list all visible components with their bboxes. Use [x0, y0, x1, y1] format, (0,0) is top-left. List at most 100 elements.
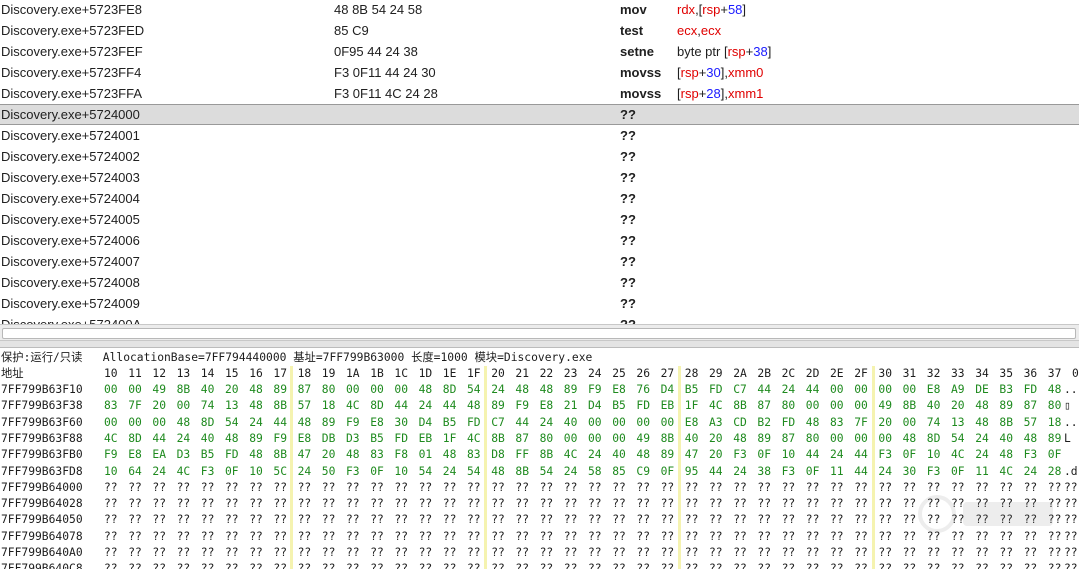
- hex-byte[interactable]: 49: [878, 398, 892, 414]
- hex-byte[interactable]: D4: [419, 415, 433, 431]
- hex-byte[interactable]: F3: [733, 447, 747, 463]
- hex-byte[interactable]: ??: [1048, 561, 1062, 569]
- hex-byte[interactable]: ??: [370, 512, 384, 528]
- hex-byte[interactable]: ??: [491, 561, 505, 569]
- hex-byte[interactable]: F9: [273, 431, 287, 447]
- disasm-row[interactable]: Discovery.exe+5723FEF 0F95 44 24 38 setne b…: [0, 41, 1079, 62]
- hex-byte[interactable]: 48: [419, 382, 433, 398]
- hex-byte[interactable]: ??: [830, 561, 844, 569]
- hex-byte[interactable]: 44: [152, 431, 166, 447]
- hex-byte[interactable]: 01: [419, 447, 433, 463]
- hex-byte[interactable]: 00: [177, 398, 191, 414]
- hex-byte[interactable]: D4: [588, 398, 602, 414]
- hex-byte[interactable]: ??: [152, 512, 166, 528]
- hex-byte[interactable]: ??: [152, 545, 166, 561]
- hex-byte[interactable]: 80: [782, 398, 796, 414]
- scrollbar-thumb[interactable]: [2, 328, 1076, 339]
- hex-byte[interactable]: F9: [515, 398, 529, 414]
- hex-byte[interactable]: B5: [443, 415, 457, 431]
- hex-byte[interactable]: B5: [612, 398, 626, 414]
- hex-byte[interactable]: 00: [854, 398, 868, 414]
- hex-byte[interactable]: 44: [709, 464, 723, 480]
- hex-byte[interactable]: ??: [927, 480, 941, 496]
- hex-byte[interactable]: 44: [806, 447, 820, 463]
- hex-byte[interactable]: ??: [104, 545, 118, 561]
- hex-byte[interactable]: ??: [588, 512, 602, 528]
- hex-byte[interactable]: ??: [636, 529, 650, 545]
- hex-byte[interactable]: 24: [733, 464, 747, 480]
- hex-byte[interactable]: ??: [225, 529, 239, 545]
- disasm-row[interactable]: Discovery.exe+5724004??: [0, 188, 1079, 209]
- hex-byte[interactable]: ??: [104, 561, 118, 569]
- hex-byte[interactable]: ??: [975, 561, 989, 569]
- hex-byte[interactable]: ??: [903, 496, 917, 512]
- hex-byte[interactable]: ??: [709, 561, 723, 569]
- hex-byte[interactable]: 24: [1024, 464, 1038, 480]
- hex-byte[interactable]: ??: [201, 529, 215, 545]
- hex-byte[interactable]: ??: [709, 480, 723, 496]
- hex-byte[interactable]: 48: [806, 415, 820, 431]
- hex-byte[interactable]: F3: [927, 464, 941, 480]
- hex-byte[interactable]: ??: [612, 561, 626, 569]
- hex-byte[interactable]: ??: [346, 545, 360, 561]
- hex-byte[interactable]: E8: [298, 431, 312, 447]
- hex-byte[interactable]: FF: [515, 447, 529, 463]
- hex-byte[interactable]: 00: [104, 415, 118, 431]
- hex-byte[interactable]: 00: [854, 382, 868, 398]
- hex-byte[interactable]: ??: [564, 529, 578, 545]
- hex-byte[interactable]: ??: [661, 529, 675, 545]
- hex-byte[interactable]: ??: [152, 529, 166, 545]
- hex-byte[interactable]: ??: [298, 496, 312, 512]
- hex-byte[interactable]: 24: [249, 415, 263, 431]
- hex-byte[interactable]: ??: [612, 529, 626, 545]
- hex-byte[interactable]: 24: [491, 382, 505, 398]
- hex-byte[interactable]: ??: [152, 496, 166, 512]
- disassembler-view[interactable]: Discovery.exe+5723FE8 48 8B 54 24 58 mov rd…: [0, 0, 1079, 325]
- hex-byte[interactable]: 48: [491, 464, 505, 480]
- hex-byte[interactable]: 40: [927, 398, 941, 414]
- disasm-row[interactable]: Discovery.exe+5724003??: [0, 167, 1079, 188]
- disasm-row[interactable]: Discovery.exe+5724002??: [0, 146, 1079, 167]
- hex-byte[interactable]: ??: [685, 561, 699, 569]
- hex-byte[interactable]: ??: [806, 480, 820, 496]
- hex-byte[interactable]: 54: [419, 464, 433, 480]
- hex-byte[interactable]: 80: [1048, 398, 1062, 414]
- hex-byte[interactable]: 89: [273, 382, 287, 398]
- hex-byte[interactable]: ??: [177, 545, 191, 561]
- hex-byte[interactable]: ??: [1024, 496, 1038, 512]
- hex-byte[interactable]: ??: [757, 561, 771, 569]
- hex-byte[interactable]: 0F: [757, 447, 771, 463]
- hex-byte[interactable]: 10: [927, 447, 941, 463]
- hex-byte[interactable]: ??: [830, 480, 844, 496]
- hex-byte[interactable]: 48: [999, 447, 1013, 463]
- hex-byte[interactable]: ??: [1024, 512, 1038, 528]
- hex-byte[interactable]: 4C: [564, 447, 578, 463]
- hex-byte[interactable]: ??: [661, 545, 675, 561]
- hex-byte[interactable]: 30: [394, 415, 408, 431]
- hex-byte[interactable]: 83: [830, 415, 844, 431]
- disassembler-horizontal-scrollbar[interactable]: [0, 324, 1079, 341]
- hex-byte[interactable]: 1F: [443, 431, 457, 447]
- hex-byte[interactable]: 4C: [346, 398, 360, 414]
- hex-byte[interactable]: 18: [322, 398, 336, 414]
- hex-byte[interactable]: ??: [225, 496, 239, 512]
- hex-byte[interactable]: ??: [588, 561, 602, 569]
- hex-byte[interactable]: ??: [878, 561, 892, 569]
- hex-byte[interactable]: 00: [878, 382, 892, 398]
- hex-byte[interactable]: 54: [467, 382, 481, 398]
- hex-byte[interactable]: ??: [273, 545, 287, 561]
- hex-byte[interactable]: ??: [661, 512, 675, 528]
- hex-byte[interactable]: ??: [225, 480, 239, 496]
- hex-byte[interactable]: ??: [878, 480, 892, 496]
- hex-byte[interactable]: ??: [636, 545, 650, 561]
- hex-byte[interactable]: 4C: [709, 398, 723, 414]
- hex-byte[interactable]: ??: [612, 496, 626, 512]
- hex-byte[interactable]: ??: [467, 496, 481, 512]
- hex-byte[interactable]: 00: [854, 431, 868, 447]
- hex-byte[interactable]: 20: [951, 398, 965, 414]
- hex-byte[interactable]: 8B: [733, 398, 747, 414]
- hex-byte[interactable]: 0F: [903, 447, 917, 463]
- hex-byte[interactable]: ??: [830, 496, 844, 512]
- hex-byte[interactable]: 8B: [273, 447, 287, 463]
- hex-byte[interactable]: ??: [757, 512, 771, 528]
